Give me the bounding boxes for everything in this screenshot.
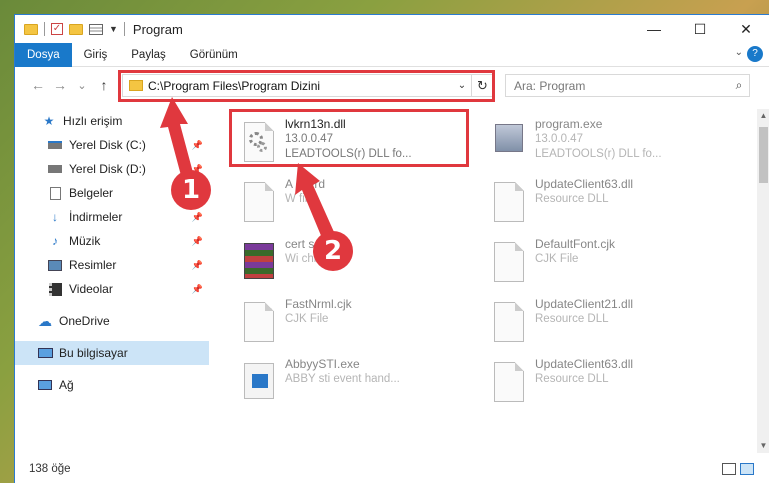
step-1-badge: 1	[171, 170, 211, 210]
arrow-2-icon	[295, 163, 334, 238]
annotation-arrows	[160, 97, 334, 238]
step-2-badge: 2	[313, 231, 353, 271]
